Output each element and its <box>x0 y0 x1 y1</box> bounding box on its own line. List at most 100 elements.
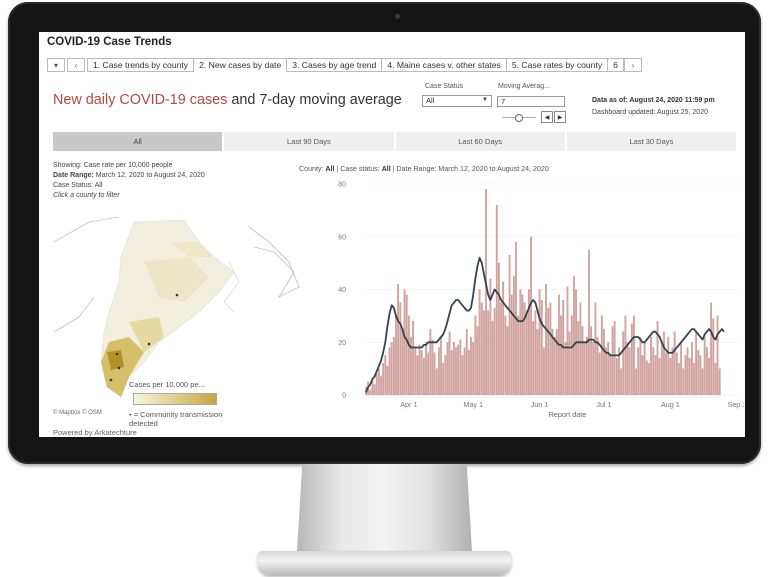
data-as-of: Data as of: August 24, 2020 11:59 pm <box>592 97 715 104</box>
y-tick-label: 20 <box>338 340 346 347</box>
case-bar <box>446 342 449 396</box>
x-tick-label: Jun 1 <box>531 400 549 409</box>
range-last-90-days-button[interactable]: Last 90 Days <box>224 132 396 151</box>
tab-cases-by-age-trend[interactable]: 3. Cases by age trend <box>287 58 383 72</box>
case-bar <box>607 342 610 396</box>
date-range-buttons: All Last 90 Days Last 60 Days Last 30 Da… <box>53 132 738 151</box>
case-bar <box>470 336 472 396</box>
case-bar <box>448 331 451 396</box>
map-legend-note: • = Community transmission detected <box>129 410 223 428</box>
map-legend-gradient <box>133 393 217 405</box>
tab-menu-dropdown-icon[interactable]: ▾ <box>47 58 65 72</box>
case-bar <box>399 302 402 396</box>
case-bar <box>708 357 710 396</box>
case-bar <box>463 347 466 396</box>
powered-by[interactable]: Powered by Arkatechture <box>53 428 137 437</box>
case-bar <box>628 347 631 396</box>
case-bar <box>686 347 689 396</box>
case-bar <box>468 350 470 396</box>
case-status-info: Case Status: All <box>53 182 103 189</box>
case-bar <box>429 328 432 396</box>
case-bar <box>369 389 372 396</box>
stepper-left-icon[interactable]: ◀ <box>541 111 553 123</box>
case-bar <box>390 342 393 396</box>
case-bar <box>392 336 395 396</box>
webcam-icon <box>395 14 400 19</box>
moving-average-input[interactable]: 7 <box>497 96 565 107</box>
case-bar <box>637 347 640 396</box>
case-bar <box>538 289 541 396</box>
monitor-base <box>258 551 511 575</box>
tab-new-cases-by-date[interactable]: 2. New cases by date <box>194 58 288 72</box>
case-bar <box>459 339 462 396</box>
case-bar <box>455 347 457 396</box>
case-bar <box>408 315 410 396</box>
case-bar <box>478 289 481 396</box>
case-bar <box>498 263 500 396</box>
case-bar <box>568 331 571 396</box>
case-bar <box>442 363 445 396</box>
case-bar <box>532 321 535 396</box>
tab-scroll-right-icon[interactable]: › <box>623 58 642 72</box>
case-bar <box>588 249 590 396</box>
cases-chart[interactable]: 0 20 40 60 80 Apr 1 May 1 Jun 1 Jul 1 Aug 1 Sep 1 R… <box>304 177 744 432</box>
case-bar <box>500 302 502 396</box>
map-attribution[interactable]: © Mapbox © OSM <box>53 410 102 416</box>
case-bar <box>682 368 685 396</box>
case-bar <box>585 336 588 396</box>
case-bar <box>635 368 637 396</box>
case-bar <box>485 189 487 396</box>
case-bar <box>658 357 661 396</box>
case-bar <box>609 355 612 396</box>
case-bar <box>530 236 532 396</box>
case-bar <box>427 352 430 396</box>
range-last-60-days-button[interactable]: Last 60 Days <box>395 132 567 151</box>
case-bar <box>592 342 595 396</box>
case-bar <box>605 347 607 396</box>
range-all-button[interactable]: All <box>53 132 225 151</box>
case-bar <box>643 342 646 396</box>
case-bar <box>403 289 406 396</box>
tab-maine-cases-vs-other-states[interactable]: 4. Maine cases v. other states <box>382 58 507 72</box>
x-axis-label: Report date <box>549 410 587 419</box>
case-bar <box>540 299 543 396</box>
case-bar <box>545 284 547 396</box>
case-bar <box>431 339 434 396</box>
heading-cases: New daily COVID-19 cases <box>53 92 228 108</box>
case-status-select[interactable]: All ▼ <box>422 95 492 107</box>
case-bar <box>487 310 490 396</box>
chart-heading: New daily COVID-19 cases and 7-day movin… <box>53 92 402 108</box>
showing-info: Showing: Case rate per 10,000 people <box>53 162 173 169</box>
case-bar <box>438 347 440 396</box>
case-bar <box>626 342 629 396</box>
case-bar <box>594 302 597 396</box>
case-bar <box>450 350 453 396</box>
case-bar <box>517 315 520 396</box>
chart-filter-summary: County: All | Case status: All | Date Ra… <box>299 165 549 173</box>
case-bar <box>476 326 479 396</box>
tab-case-trends-by-county[interactable]: 1. Case trends by county <box>87 58 195 72</box>
tab-case-rates-by-county[interactable]: 5. Case rates by county <box>506 58 609 72</box>
case-bar <box>388 347 391 396</box>
case-bar <box>671 347 674 396</box>
range-last-30-days-button[interactable]: Last 30 Days <box>566 132 738 151</box>
case-bar <box>543 347 545 396</box>
case-bar <box>656 321 659 396</box>
case-bar <box>695 331 697 396</box>
case-bar <box>579 302 582 396</box>
moving-average-label: Moving Averag... <box>498 83 551 90</box>
map-border-line <box>53 216 120 243</box>
case-bar <box>380 376 382 396</box>
date-range-info: Date Range: March 12, 2020 to August 24,… <box>53 172 205 179</box>
stepper-right-icon[interactable]: ▶ <box>554 111 566 123</box>
click-hint: Click a county to filter <box>53 192 120 199</box>
case-bar <box>703 336 706 396</box>
slider-handle[interactable] <box>515 114 523 122</box>
case-bar <box>547 307 550 396</box>
case-bar <box>433 352 436 396</box>
maine-county-map[interactable] <box>49 202 309 422</box>
tab-scroll-left-icon[interactable]: ‹ <box>67 58 85 72</box>
case-bar <box>673 331 676 396</box>
y-tick-label: 0 <box>342 393 346 400</box>
tab-6-partial[interactable]: 6 <box>608 58 624 72</box>
